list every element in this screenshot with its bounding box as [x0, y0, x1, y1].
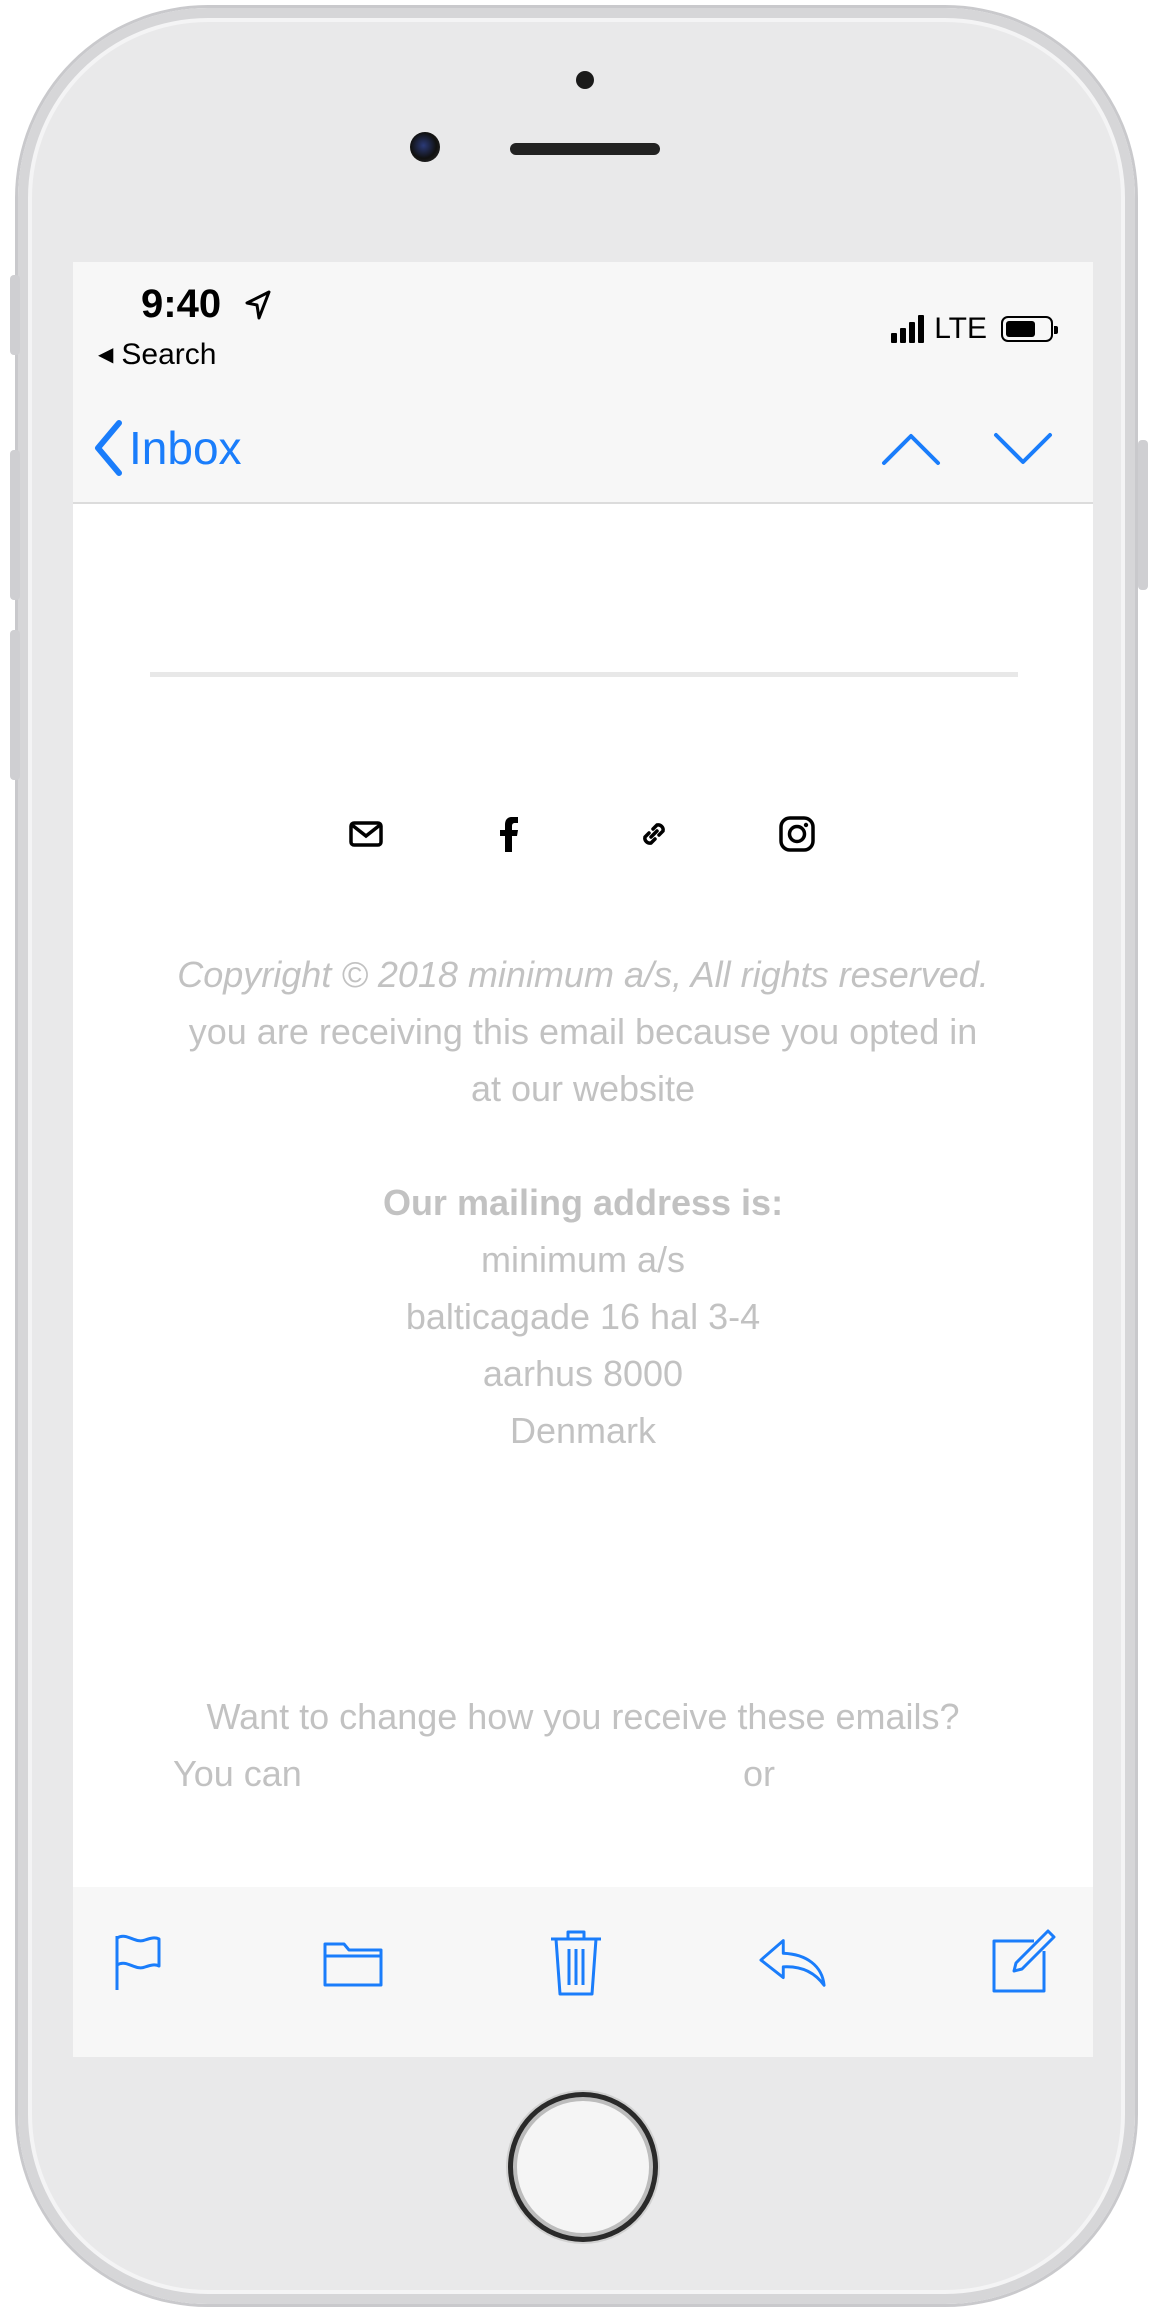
inbox-label: Inbox: [129, 422, 242, 474]
address-heading: Our mailing address is:: [382, 1182, 784, 1223]
flag-icon[interactable]: [103, 1927, 173, 1997]
earpiece-speaker: [510, 143, 660, 155]
home-button[interactable]: [508, 2092, 658, 2242]
address-line: balticagade 16 hal 3-4: [405, 1296, 761, 1337]
volume-up-button: [10, 450, 20, 600]
you-can-text: You can: [173, 1753, 302, 1794]
instagram-icon[interactable]: [777, 814, 817, 854]
address-line: Denmark: [509, 1410, 657, 1451]
compose-icon[interactable]: [988, 1927, 1058, 1997]
email-body: Copyright © 2018 minimum a/s, All rights…: [73, 504, 1093, 1887]
facebook-icon[interactable]: [489, 814, 529, 854]
status-time: 9:40: [141, 282, 222, 326]
copyright-text: Copyright © 2018 minimum a/s, All rights…: [177, 954, 989, 995]
front-camera: [410, 132, 440, 162]
mail-icon[interactable]: [346, 814, 386, 854]
folder-icon[interactable]: [318, 1927, 388, 1997]
chevron-left-icon: [95, 420, 122, 476]
reason-line-2: at our website: [470, 1068, 696, 1109]
proximity-sensor: [576, 71, 594, 89]
network-type: LTE: [934, 312, 987, 345]
reply-icon[interactable]: [758, 1927, 828, 1997]
back-app-label: Search: [121, 338, 217, 371]
status-indicators: LTE: [891, 312, 1058, 346]
status-bar: 9:40 ◀ Search LTE: [73, 262, 1093, 402]
content-divider: [150, 672, 1018, 677]
nav-bar: Inbox: [73, 402, 1093, 504]
power-button: [1138, 440, 1148, 590]
battery-icon: [1001, 316, 1058, 342]
screen: 9:40 ◀ Search LTE Inbox Copyright © 2018…: [73, 262, 1093, 2057]
mail-toolbar: [73, 1887, 1093, 2057]
signal-icon: [891, 315, 925, 343]
inbox-back-button[interactable]: Inbox: [93, 420, 242, 476]
address-line: minimum a/s: [480, 1239, 686, 1280]
back-triangle-icon: ◀: [98, 344, 114, 366]
message-navigation: [881, 432, 1053, 466]
chevron-up-icon[interactable]: [881, 432, 941, 466]
address-line: aarhus 8000: [482, 1353, 684, 1394]
back-to-app-link[interactable]: ◀ Search: [98, 338, 216, 372]
change-prompt: Want to change how you receive these ema…: [206, 1696, 960, 1737]
location-arrow-icon: [245, 290, 271, 320]
chevron-down-icon[interactable]: [993, 432, 1053, 466]
or-text: or: [743, 1753, 776, 1794]
trash-icon[interactable]: [541, 1927, 611, 1997]
volume-down-button: [10, 630, 20, 780]
reason-line-1: you are receiving this email because you…: [188, 1011, 978, 1052]
silent-switch: [10, 275, 20, 355]
link-icon[interactable]: [634, 814, 674, 854]
